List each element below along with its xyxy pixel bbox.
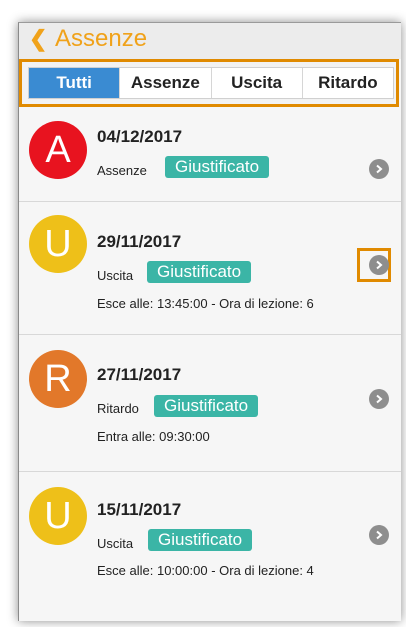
screenshot-frame: ❮ Assenze Tutti Assenze Uscita Ritardo A… — [0, 0, 406, 627]
avatar: A — [29, 121, 87, 179]
record-type: Uscita — [97, 268, 134, 283]
filter-bar: Tutti Assenze Uscita Ritardo — [19, 59, 399, 107]
status-badge: Giustificato — [165, 156, 270, 178]
chevron-right-icon[interactable] — [369, 255, 389, 275]
chevron-right-icon[interactable] — [369, 525, 389, 545]
tab-ritardo[interactable]: Ritardo — [301, 68, 393, 98]
chevron-right-icon[interactable] — [369, 159, 389, 179]
status-badge: Giustificato — [148, 529, 253, 551]
segmented-control: Tutti Assenze Uscita Ritardo — [28, 67, 394, 99]
chevron-right-icon[interactable] — [369, 389, 389, 409]
status-badge: Giustificato — [154, 395, 259, 417]
list-item[interactable]: U 15/11/2017 Uscita Giustificato Esce al… — [19, 472, 401, 612]
avatar: U — [29, 487, 87, 545]
tab-assenze[interactable]: Assenze — [119, 68, 210, 98]
record-detail: Esce alle: 13:45:00 - Ora di lezione: 6 — [97, 296, 314, 311]
record-type: Assenze — [97, 163, 147, 178]
avatar: R — [29, 350, 87, 408]
record-type: Ritardo — [97, 401, 139, 416]
tab-uscita[interactable]: Uscita — [210, 68, 302, 98]
app-screen: ❮ Assenze Tutti Assenze Uscita Ritardo A… — [18, 22, 401, 621]
record-date: 15/11/2017 — [97, 500, 182, 519]
record-date: 29/11/2017 — [97, 232, 182, 251]
list-item[interactable]: R 27/11/2017 Ritardo Giustificato Entra … — [19, 335, 401, 472]
list-item[interactable]: U 29/11/2017 Uscita Giustificato Esce al… — [19, 202, 401, 335]
absence-list: A 04/12/2017 Assenze Giustificato U 29/1… — [19, 107, 401, 612]
record-type: Uscita — [97, 536, 134, 551]
record-detail: Esce alle: 10:00:00 - Ora di lezione: 4 — [97, 563, 314, 578]
status-badge: Giustificato — [147, 261, 252, 283]
tab-tutti[interactable]: Tutti — [29, 68, 120, 98]
record-date: 27/11/2017 — [97, 365, 182, 384]
chevron-left-icon[interactable]: ❮ — [29, 26, 47, 52]
page-title: Assenze — [55, 25, 148, 52]
record-detail: Entra alle: 09:30:00 — [97, 429, 210, 444]
list-item[interactable]: A 04/12/2017 Assenze Giustificato — [19, 107, 401, 202]
nav-bar: ❮ Assenze — [19, 23, 401, 59]
record-date: 04/12/2017 — [97, 127, 183, 146]
avatar: U — [29, 215, 87, 273]
